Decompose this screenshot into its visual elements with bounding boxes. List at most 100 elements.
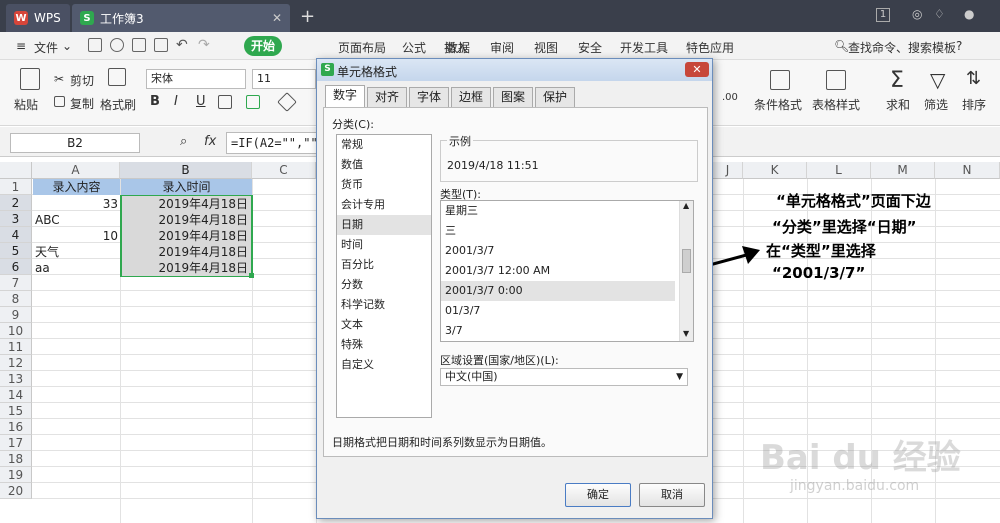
paste-button[interactable]: 粘贴 (14, 96, 38, 113)
zoom-icon[interactable]: ⌕ (180, 134, 187, 149)
column-header-m[interactable]: M (871, 162, 935, 179)
category-item-general[interactable]: 常规 (341, 135, 363, 155)
shirt-icon[interactable]: ♢ (934, 7, 945, 21)
fx-label[interactable]: fx (204, 134, 216, 149)
type-item[interactable]: 2001/3/7 (445, 241, 494, 261)
new-tab-icon[interactable]: + (300, 6, 315, 27)
category-item-date[interactable]: 日期 (337, 215, 431, 235)
category-item-custom[interactable]: 自定义 (341, 355, 374, 375)
fill-color-icon[interactable] (246, 95, 260, 109)
page-badge[interactable]: 1 (876, 8, 890, 22)
type-item[interactable]: 2001/3/7 12:00 AM (445, 261, 550, 281)
menu-special[interactable]: 特色应用 (686, 39, 734, 56)
select-all-corner[interactable] (0, 162, 32, 179)
tab-alignment[interactable]: 对齐 (367, 87, 407, 107)
column-header-j[interactable]: J (713, 162, 743, 179)
sort-button[interactable]: 排序 (962, 96, 986, 113)
type-list-scrollbar[interactable]: ▲ ▼ (679, 201, 693, 341)
category-item-time[interactable]: 时间 (341, 235, 363, 255)
type-list[interactable]: 星期三 三 2001/3/7 2001/3/7 12:00 AM 2001/3/… (440, 200, 694, 342)
border-icon[interactable] (218, 95, 232, 109)
export-icon[interactable] (110, 38, 124, 52)
row-header[interactable]: 19 (0, 467, 32, 483)
scroll-up-icon[interactable]: ▲ (683, 201, 689, 210)
row-header[interactable]: 17 (0, 435, 32, 451)
file-menu[interactable]: 文件 (34, 39, 58, 56)
row-header[interactable]: 9 (0, 307, 32, 323)
scroll-down-icon[interactable]: ▼ (683, 329, 689, 338)
menu-security[interactable]: 安全 (578, 39, 602, 56)
row-header[interactable]: 2 (0, 195, 32, 211)
cell-b3[interactable]: 2019年4月18日 (122, 212, 251, 228)
paste-icon[interactable] (20, 68, 40, 90)
type-item[interactable]: 3/7 (445, 321, 463, 341)
close-tab-icon[interactable]: ✕ (272, 11, 282, 25)
row-header[interactable]: 7 (0, 275, 32, 291)
column-header-l[interactable]: L (807, 162, 871, 179)
cut-button[interactable]: 剪切 (70, 72, 94, 89)
row-header[interactable]: 16 (0, 419, 32, 435)
skin-icon[interactable]: ◎ (912, 7, 922, 21)
column-header-n[interactable]: N (935, 162, 1000, 179)
search-icon[interactable]: 🔍︎ (834, 39, 849, 53)
cell-b1[interactable]: 录入时间 (121, 179, 252, 195)
cell-b4[interactable]: 2019年4月18日 (122, 228, 251, 244)
column-header-k[interactable]: K (743, 162, 807, 179)
conditional-format-icon[interactable] (770, 70, 790, 90)
row-header[interactable]: 8 (0, 291, 32, 307)
scroll-thumb[interactable] (682, 249, 691, 273)
ok-button[interactable]: 确定 (565, 483, 631, 507)
row-header[interactable]: 14 (0, 387, 32, 403)
user-icon[interactable]: ● (964, 7, 974, 21)
cancel-button[interactable]: 取消 (639, 483, 705, 507)
italic-button[interactable]: I (174, 94, 178, 109)
menu-developer[interactable]: 开发工具 (620, 39, 668, 56)
column-header-a[interactable]: A (32, 162, 120, 179)
dialog-close-button[interactable]: ✕ (685, 62, 709, 77)
font-name-select[interactable]: 宋体 (146, 69, 246, 89)
type-item[interactable]: 星期三 (445, 201, 478, 221)
filter-icon[interactable]: ▽ (930, 68, 945, 92)
cell-a6[interactable]: aa (35, 260, 120, 276)
redo-icon[interactable]: ↷ (198, 37, 210, 53)
row-header[interactable]: 6 (0, 259, 32, 275)
category-item-scientific[interactable]: 科学记数 (341, 295, 385, 315)
sum-icon[interactable]: Σ (890, 68, 904, 93)
category-list[interactable]: 常规 数值 货币 会计专用 日期 时间 百分比 分数 科学记数 文本 特殊 自定… (336, 134, 432, 418)
bold-button[interactable]: B (150, 94, 160, 109)
underline-button[interactable]: U (196, 94, 206, 109)
menu-data[interactable]: 数据 (446, 39, 470, 56)
formula-input[interactable]: =IF(A2="","" (226, 132, 321, 154)
help-button[interactable]: ? (956, 39, 962, 53)
row-header[interactable]: 18 (0, 451, 32, 467)
fill-handle[interactable] (249, 273, 254, 278)
menu-page-layout[interactable]: 页面布局 (338, 39, 386, 56)
tab-protection[interactable]: 保护 (535, 87, 575, 107)
type-item[interactable]: 三 (445, 221, 456, 241)
row-header[interactable]: 11 (0, 339, 32, 355)
name-box[interactable]: B2 (10, 133, 140, 153)
scissors-icon[interactable]: ✂ (54, 72, 64, 86)
menu-formula[interactable]: 公式 (402, 39, 426, 56)
paint-bucket-icon[interactable] (277, 92, 297, 112)
tab-number[interactable]: 数字 (325, 85, 365, 108)
tab-font[interactable]: 字体 (409, 87, 449, 107)
type-item[interactable]: 01/3/7 (445, 301, 480, 321)
row-header[interactable]: 10 (0, 323, 32, 339)
document-tab[interactable]: S 工作簿3 ✕ (72, 4, 290, 32)
category-item-fraction[interactable]: 分数 (341, 275, 363, 295)
print-icon[interactable] (132, 38, 146, 52)
filter-button[interactable]: 筛选 (924, 96, 948, 113)
table-style-icon[interactable] (826, 70, 846, 90)
menu-review[interactable]: 审阅 (490, 39, 514, 56)
column-header-c[interactable]: C (252, 162, 316, 179)
category-item-text[interactable]: 文本 (341, 315, 363, 335)
row-header[interactable]: 13 (0, 371, 32, 387)
tab-pattern[interactable]: 图案 (493, 87, 533, 107)
category-item-number[interactable]: 数值 (341, 155, 363, 175)
decimal-icon[interactable]: .00 (722, 92, 738, 103)
cell-b2[interactable]: 2019年4月18日 (122, 196, 251, 212)
dialog-title-bar[interactable]: S 单元格格式 ✕ (317, 59, 712, 81)
cell-a3[interactable]: ABC (35, 212, 120, 228)
sort-icon[interactable]: ⇅ (966, 68, 981, 89)
